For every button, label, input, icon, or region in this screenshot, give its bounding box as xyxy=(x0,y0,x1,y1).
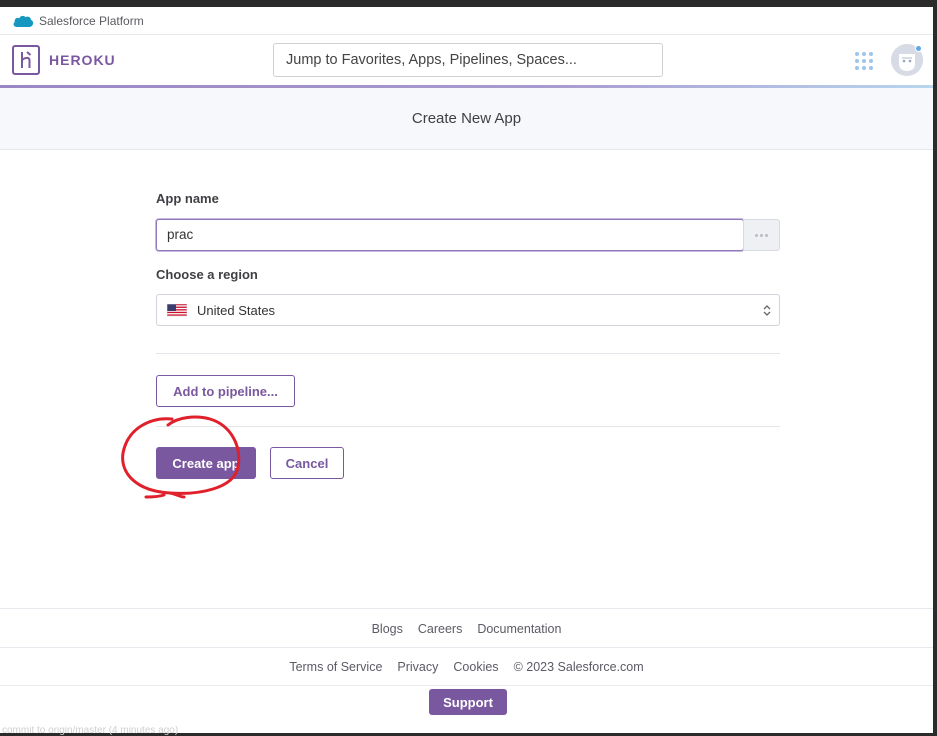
page-title: Create New App xyxy=(411,110,522,127)
page-header: Create New App xyxy=(0,88,933,150)
salesforce-platform-bar: Salesforce Platform xyxy=(0,7,933,35)
footer-divider xyxy=(0,608,933,609)
careers-link[interactable]: Careers xyxy=(418,622,462,636)
browser-window: Salesforce Platform HEROKU Jump to Favor… xyxy=(0,7,933,733)
footer-links-primary: Blogs Careers Documentation xyxy=(0,622,933,636)
top-navigation: HEROKU Jump to Favorites, Apps, Pipeline… xyxy=(0,35,933,87)
cloud-icon xyxy=(13,15,34,27)
up-down-chevron-icon xyxy=(763,305,771,316)
footer-divider xyxy=(0,647,933,648)
terms-link[interactable]: Terms of Service xyxy=(289,660,382,674)
us-flag-icon xyxy=(167,303,187,317)
notification-dot xyxy=(915,45,922,52)
form-divider xyxy=(156,353,780,354)
blogs-link[interactable]: Blogs xyxy=(372,622,403,636)
footer-links-legal: Terms of Service Privacy Cookies © 2023 … xyxy=(0,660,933,674)
documentation-link[interactable]: Documentation xyxy=(477,622,561,636)
heroku-logo[interactable]: HEROKU xyxy=(12,45,116,75)
region-value: United States xyxy=(197,302,276,318)
heroku-wordmark: HEROKU xyxy=(49,52,116,68)
footer-divider xyxy=(0,685,933,686)
app-name-input[interactable]: prac xyxy=(156,219,744,251)
form-divider xyxy=(156,426,780,427)
cookies-link[interactable]: Cookies xyxy=(453,660,498,674)
region-label: Choose a region xyxy=(156,267,258,282)
window-edge xyxy=(933,0,937,736)
add-to-pipeline-button[interactable]: Add to pipeline... xyxy=(156,375,295,407)
support-button[interactable]: Support xyxy=(429,689,507,715)
privacy-link[interactable]: Privacy xyxy=(397,660,438,674)
status-bar-text: commit to origin/master (4 minutes ago) xyxy=(2,726,179,736)
copyright-text: © 2023 Salesforce.com xyxy=(513,660,644,674)
availability-indicator xyxy=(743,219,780,251)
cancel-button[interactable]: Cancel xyxy=(270,447,344,479)
search-input[interactable]: Jump to Favorites, Apps, Pipelines, Spac… xyxy=(273,43,663,77)
app-name-label: App name xyxy=(156,191,219,206)
grid-icon[interactable] xyxy=(854,51,874,71)
create-app-button[interactable]: Create app xyxy=(156,447,256,479)
region-select[interactable]: United States xyxy=(156,294,780,326)
heroku-h-icon xyxy=(12,45,40,75)
salesforce-platform-label: Salesforce Platform xyxy=(39,13,144,28)
